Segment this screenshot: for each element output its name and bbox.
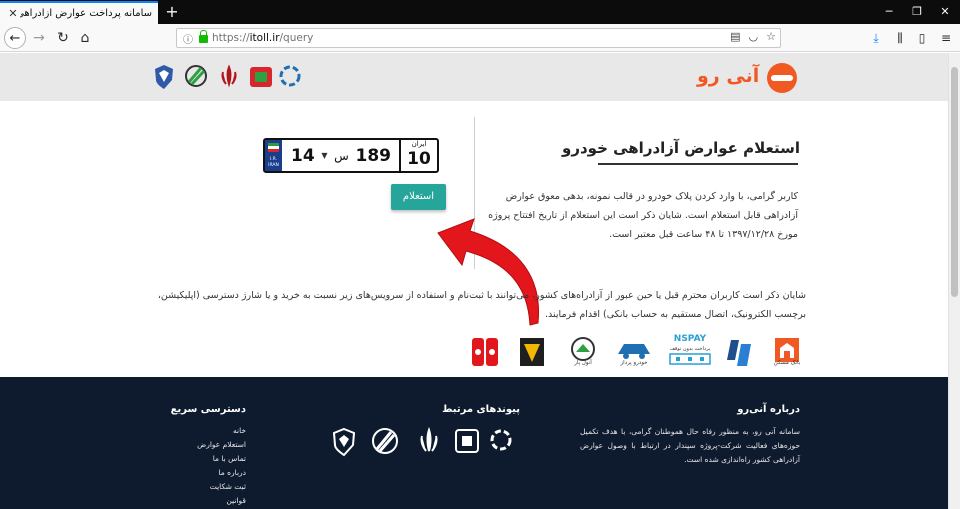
lock-icon (199, 30, 208, 43)
footer-link-home[interactable]: خانه (180, 426, 246, 435)
footer-about-text: سامانه آنی رو، به منظور رفاه حال هموطنان… (580, 427, 800, 464)
back-arrow-icon[interactable]: ← (4, 27, 26, 49)
plate-number-field[interactable]: 189 (356, 146, 392, 166)
home-icon[interactable]: ⌂ (74, 27, 96, 49)
plate-country-code: I.R. IRAN (268, 157, 279, 168)
plate-region-number[interactable]: 10 (401, 149, 437, 169)
plate-main-section: 189 س ▼ 14 (285, 143, 397, 168)
license-plate-input[interactable]: I.R. IRAN 189 س ▼ 14 ایران 10 (263, 138, 439, 173)
footer-about-title: درباره آنی‌رو (737, 404, 800, 415)
site-footer: درباره آنی‌رو سامانه آنی رو، به منظور رف… (0, 377, 948, 509)
footer-police-emblem-icon[interactable] (330, 427, 358, 457)
nspay-sub-label: پرداخت بدون توقف (669, 346, 711, 352)
ayandeh-logo-icon[interactable] (518, 336, 546, 370)
footer-link-complaint[interactable]: ثبت شکایت (180, 482, 246, 491)
bookmark-star-icon[interactable]: ☆ (766, 30, 776, 43)
bank-maskan-label: بانک مسکن (773, 360, 801, 366)
footer-link-contact[interactable]: تماس با ما (180, 454, 246, 463)
plate-region-field[interactable]: ایران 10 (399, 140, 437, 171)
footer-sepandar-logo-icon[interactable] (488, 427, 514, 457)
plate-two-digit-field[interactable]: 14 (291, 146, 315, 166)
new-tab-button[interactable]: + (162, 2, 182, 22)
police-emblem-icon (155, 65, 173, 89)
iran-emblem-icon (221, 64, 237, 88)
library-icon[interactable]: ⫼ (890, 28, 910, 48)
reader-view-icon[interactable]: ▤ (730, 30, 740, 43)
page-title: استعلام عوارض آزادراهی خودرو (562, 139, 800, 157)
navigation-toolbar: ← → ↻ ⌂ ⓘ https://itoll.ir/query ▤ ◡ ☆ ⤓… (0, 24, 960, 52)
plate-region-label: ایران (411, 140, 427, 148)
sepandar-pay-logo-icon[interactable] (725, 336, 755, 370)
plate-flag: I.R. IRAN (265, 140, 282, 171)
chevron-down-icon[interactable]: ▼ (321, 151, 327, 160)
page-scrollbar[interactable] (948, 53, 960, 509)
plate-letter-select[interactable]: س (334, 149, 349, 163)
electronic-tag-logo-icon[interactable] (470, 336, 500, 370)
footer-link-about[interactable]: درباره ما (180, 468, 246, 477)
page-content: آنی رو I.R. IRAN 189 س ▼ 14 ایران 10 است… (0, 53, 948, 509)
anolpar-label: آنول پار (574, 360, 592, 366)
footer-quick-title: دسترسی سریع (170, 404, 246, 415)
freeway-company-logo-icon (185, 65, 207, 87)
sepandar-logo-icon (279, 65, 301, 87)
footer-links-title: پیوندهای مرتبط (442, 404, 520, 415)
footer-freeway-company-logo-icon[interactable] (368, 427, 402, 457)
close-window-icon[interactable]: ✕ (931, 2, 959, 22)
download-icon[interactable]: ⤓ (866, 28, 886, 48)
footer-link-inquiry[interactable]: استعلام عوارض (180, 440, 246, 449)
site-header: آنی رو (0, 53, 948, 101)
footer-link-rules[interactable]: قوانین (180, 496, 246, 505)
road-ministry-logo-icon (250, 67, 272, 87)
footer-road-ministry-logo-icon[interactable] (453, 427, 481, 457)
address-bar[interactable]: ⓘ https://itoll.ir/query ▤ ◡ ☆ (176, 28, 781, 48)
reload-icon[interactable]: ↻ (52, 27, 74, 49)
services-note: شایان ذکر است کاربران محترم قبل یا حین ع… (157, 290, 806, 320)
pocket-icon[interactable]: ◡ (749, 30, 759, 43)
scrollbar-thumb[interactable] (951, 67, 958, 297)
minimize-icon[interactable]: ─ (875, 2, 903, 22)
sidebar-icon[interactable]: ▯ (912, 28, 932, 48)
forward-arrow-icon[interactable]: → (28, 27, 50, 49)
url-text: https://itoll.ir/query (212, 32, 314, 44)
khodro-pardaz-label: خودرو پرداز (620, 360, 648, 366)
iran-flag-icon (268, 143, 279, 152)
brand-name: آنی رو (697, 65, 760, 87)
title-underline (598, 163, 798, 165)
info-icon[interactable]: ⓘ (181, 31, 195, 46)
close-tab-icon[interactable]: ✕ (6, 7, 20, 20)
menu-icon[interactable]: ≡ (936, 28, 956, 48)
maximize-icon[interactable]: ❐ (903, 2, 931, 22)
brand-logo[interactable]: آنی رو (697, 63, 797, 93)
nspay-label: NSPAY (673, 334, 707, 344)
footer-iran-emblem-icon[interactable] (416, 427, 442, 457)
tab-title: سامانه پرداخت عوارض آزادراهی آنی رو (20, 8, 152, 19)
brand-mark-icon (767, 63, 797, 93)
tab-strip: سامانه پرداخت عوارض آزادراهی آنی رو ✕ + … (0, 0, 960, 24)
browser-tab[interactable]: سامانه پرداخت عوارض آزادراهی آنی رو ✕ (0, 1, 158, 24)
